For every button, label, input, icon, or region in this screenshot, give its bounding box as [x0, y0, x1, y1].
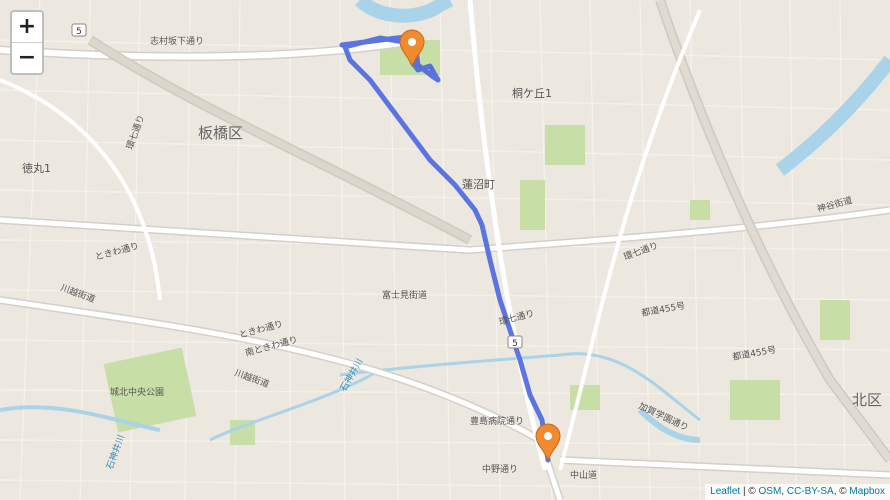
cc-by-sa-link[interactable]: CC-BY-SA	[787, 486, 834, 497]
mapbox-link[interactable]: Mapbox	[849, 486, 885, 497]
zoom-in-button[interactable]: +	[12, 12, 42, 42]
town-label-tokumaru: 徳丸1	[22, 162, 51, 175]
attribution-sep: , ©	[833, 486, 850, 497]
osm-link[interactable]: OSM	[759, 486, 782, 497]
district-label-itabashi: 板橋区	[198, 124, 243, 142]
zoom-control: + −	[10, 10, 44, 75]
attribution-sep: | ©	[740, 486, 759, 497]
route-shield-label-2: 5	[512, 339, 518, 349]
town-label-hasunuma: 蓮沼町	[462, 177, 495, 191]
map-canvas[interactable]: 板橋区 北区 蓮沼町 桐ケ丘1 徳丸1 志村坂下通り 環七通り 環七通り 環七通…	[0, 0, 890, 500]
leaflet-link[interactable]: Leaflet	[710, 486, 740, 497]
road-label-toshima: 豊島病院通り	[470, 415, 524, 427]
map-attribution: Leaflet | © OSM, CC-BY-SA, © Mapbox	[705, 484, 890, 500]
road-label-shimura: 志村坂下通り	[150, 35, 204, 47]
district-label-kita: 北区	[852, 391, 882, 409]
road-label-nakasendo: 中山道	[570, 469, 597, 481]
town-label-kirigaoka: 桐ケ丘1	[512, 86, 552, 100]
zoom-out-button[interactable]: −	[12, 42, 42, 73]
road-label-nakano: 中野通り	[482, 463, 518, 475]
park-label-josai: 城北中央公園	[110, 386, 164, 398]
route-shield-label: 5	[76, 27, 82, 37]
road-label-fujimi: 富士見街道	[382, 289, 427, 301]
